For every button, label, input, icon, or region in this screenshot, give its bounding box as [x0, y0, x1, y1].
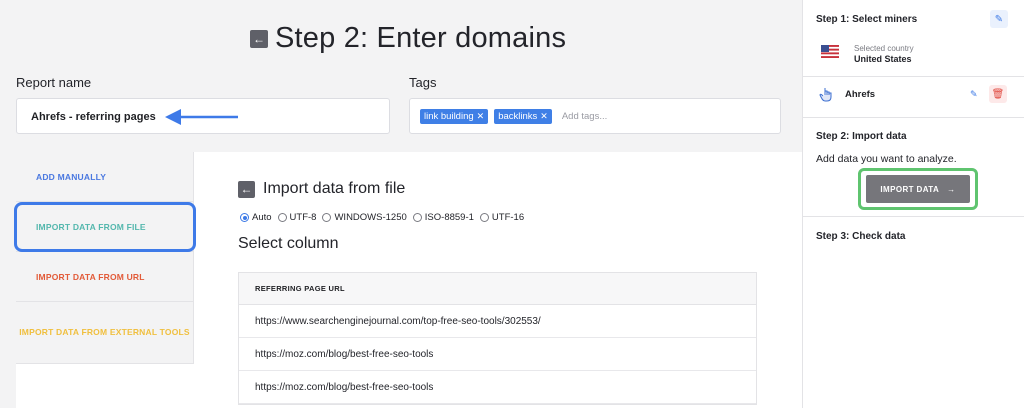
arrow-left-annotation-icon [165, 109, 238, 125]
arrow-left-icon: ← [253, 31, 265, 46]
tag-label: backlinks [498, 110, 538, 122]
table-row: https://www.searchenginejournal.com/top-… [239, 305, 756, 338]
encoding-utf8[interactable]: UTF-8 [277, 212, 317, 223]
arrow-right-icon: → [947, 184, 956, 194]
encoding-label: UTF-16 [491, 212, 525, 223]
tag-label: link building [424, 110, 474, 122]
encoding-label: Auto [252, 212, 272, 223]
select-column-heading: Select column [238, 235, 339, 252]
hand-pointer-icon [819, 88, 832, 102]
report-name-label: Report name [16, 75, 92, 90]
arrow-left-icon: ← [240, 182, 253, 196]
delete-miner-button[interactable]: 🗑 [989, 85, 1007, 103]
page-title: Step 2: Enter domains [275, 22, 567, 54]
encoding-utf16[interactable]: UTF-16 [479, 212, 525, 223]
radio-icon[interactable] [412, 213, 422, 222]
miner-name: Ahrefs [845, 89, 876, 100]
step2-title: Step 2: Import data [816, 131, 907, 142]
encoding-label: ISO-8859-1 [424, 212, 474, 223]
table-row: https://moz.com/blog/best-free-seo-tools [239, 338, 756, 371]
panel-header: ← Import data from file [238, 180, 405, 198]
tags-placeholder[interactable]: Add tags... [562, 111, 607, 122]
encoding-label: UTF-8 [289, 212, 317, 223]
radio-icon[interactable] [277, 213, 287, 222]
encoding-iso-8859-1[interactable]: ISO-8859-1 [412, 212, 474, 223]
tag-chip: backlinks ✕ [494, 108, 552, 124]
edit-miner-pencil-icon[interactable]: ✎ [970, 89, 978, 100]
tags-input[interactable]: link building ✕ backlinks ✕ Add tags... [409, 98, 781, 134]
tab-import-from-external-tools[interactable]: IMPORT DATA FROM EXTERNAL TOOLS [16, 302, 194, 364]
step1-title: Step 1: Select miners [816, 14, 918, 25]
pencil-icon: ✎ [994, 13, 1004, 25]
divider [803, 117, 1024, 118]
tab-import-from-url[interactable]: IMPORT DATA FROM URL [16, 252, 194, 302]
column-header[interactable]: REFERRING PAGE URL [239, 273, 756, 305]
steps-sidebar: Step 1: Select miners ✎ Selected country… [802, 0, 1024, 408]
table-row: https://moz.com/blog/best-free-seo-tools [239, 371, 756, 404]
import-button-label: IMPORT DATA [880, 184, 940, 194]
page-header: ← Step 2: Enter domains [250, 22, 566, 55]
tab-highlight-annotation [14, 202, 196, 252]
import-data-button[interactable]: IMPORT DATA → [866, 175, 970, 203]
step2-description: Add data you want to analyze. [816, 153, 957, 165]
import-content: ADD MANUALLY IMPORT DATA FROM FILE IMPOR… [16, 152, 802, 408]
selected-country-value: United States [854, 54, 912, 64]
radio-selected-icon[interactable] [240, 213, 249, 222]
back-button[interactable]: ← [250, 29, 268, 48]
selected-country-label: Selected country [854, 44, 914, 53]
tag-chip: link building ✕ [420, 108, 489, 124]
encoding-auto[interactable]: Auto [240, 212, 272, 223]
tags-label: Tags [409, 75, 437, 90]
import-tabs: ADD MANUALLY IMPORT DATA FROM FILE IMPOR… [16, 152, 194, 364]
us-flag-icon [821, 45, 839, 58]
divider [803, 216, 1024, 217]
radio-icon[interactable] [322, 213, 332, 222]
encoding-windows-1250[interactable]: WINDOWS-1250 [322, 212, 407, 223]
close-icon[interactable]: ✕ [540, 111, 548, 122]
radio-icon[interactable] [479, 213, 489, 222]
divider [803, 76, 1024, 77]
step3-title: Step 3: Check data [816, 231, 906, 242]
import-button-highlight: IMPORT DATA → [858, 168, 978, 210]
data-table: REFERRING PAGE URL https://www.searcheng… [238, 272, 757, 405]
edit-miners-button[interactable]: ✎ [990, 10, 1008, 28]
trash-icon: 🗑 [991, 88, 1005, 100]
panel-title: Import data from file [263, 180, 406, 197]
panel-back-button[interactable]: ← [238, 180, 255, 198]
encoding-options: Auto UTF-8 WINDOWS-1250 ISO-8859-1 UTF-1… [240, 212, 530, 223]
main-area: ← Step 2: Enter domains Report name Ahre… [0, 0, 802, 408]
tab-add-manually[interactable]: ADD MANUALLY [16, 152, 194, 202]
encoding-label: WINDOWS-1250 [334, 212, 407, 223]
close-icon[interactable]: ✕ [477, 111, 485, 122]
